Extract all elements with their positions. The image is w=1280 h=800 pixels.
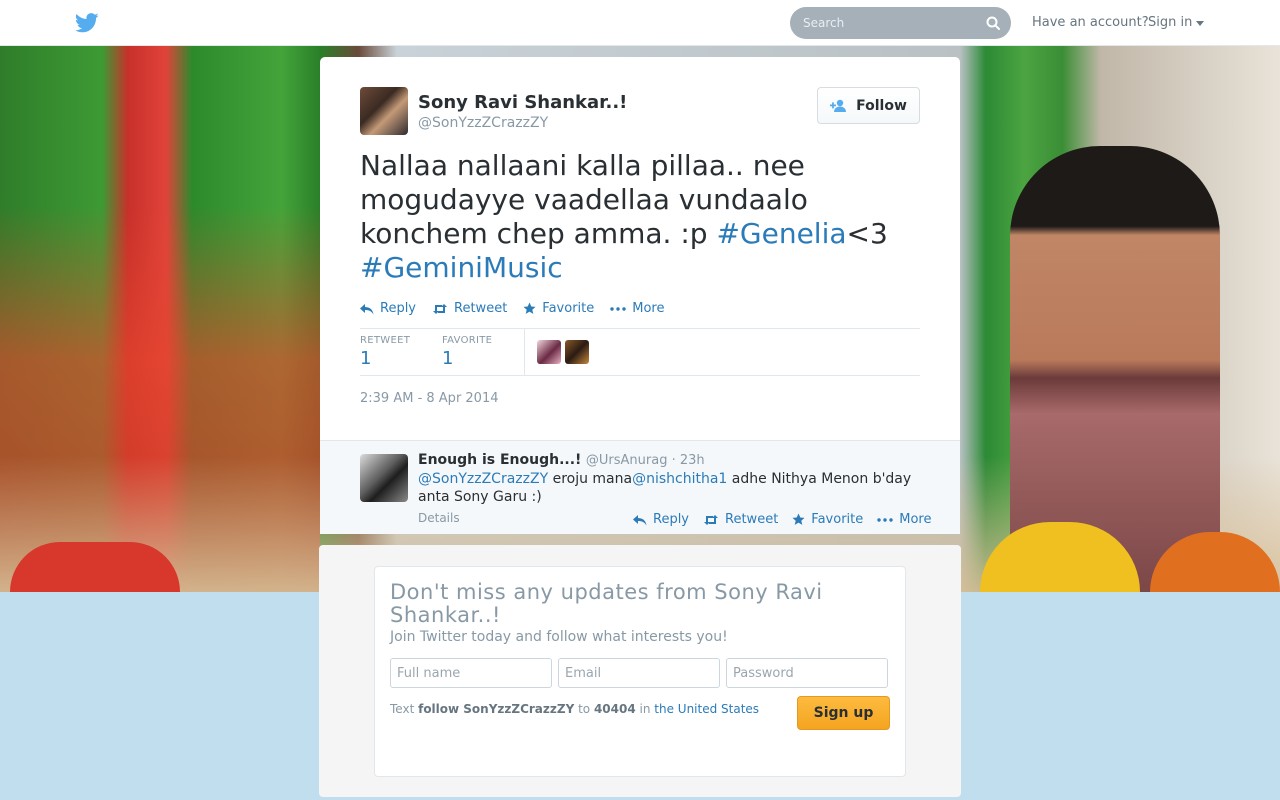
signup-subtitle: Join Twitter today and follow what inter… bbox=[390, 629, 728, 645]
tweet-text-body: <3 bbox=[846, 217, 888, 250]
reply-button[interactable]: Reply bbox=[633, 512, 689, 527]
tweet-timestamp: 2:39 AM - 8 Apr 2014 bbox=[360, 391, 499, 406]
retweet-stat-label: RETWEET bbox=[360, 335, 411, 346]
reply-text-body: eroju mana bbox=[548, 471, 633, 487]
sms-follow-text: Text follow SonYzzZCrazzZY to 40404 in t… bbox=[390, 701, 760, 717]
add-user-icon bbox=[830, 99, 847, 112]
favorite-button[interactable]: Favorite bbox=[792, 512, 863, 527]
favorite-label: Favorite bbox=[542, 301, 595, 316]
mention-link[interactable]: @nishchitha1 bbox=[632, 471, 727, 487]
retweet-label: Retweet bbox=[725, 512, 779, 527]
details-link[interactable]: Details bbox=[418, 511, 460, 525]
retweet-button[interactable]: Retweet bbox=[432, 301, 507, 316]
author-avatar[interactable] bbox=[360, 87, 408, 135]
more-label: More bbox=[632, 301, 665, 316]
tweet-stats: RETWEET 1 FAVORITE 1 bbox=[360, 328, 920, 376]
signup-title: Don't miss any updates from Sony Ravi Sh… bbox=[390, 580, 823, 627]
sms-text-to: to bbox=[574, 702, 594, 716]
favorite-stat-label: FAVORITE bbox=[442, 335, 493, 346]
reply-button[interactable]: Reply bbox=[360, 301, 416, 316]
tweet-actions: Reply Retweet Favorite More bbox=[360, 301, 664, 316]
reply-author-screenname[interactable]: @UrsAnurag bbox=[586, 453, 668, 468]
reply-meta-separator: · bbox=[667, 453, 680, 468]
more-button[interactable]: More bbox=[610, 301, 664, 316]
star-icon bbox=[523, 302, 536, 314]
sms-command: follow SonYzzZCrazzZY bbox=[418, 702, 575, 716]
search-input[interactable] bbox=[790, 7, 1011, 39]
search-icon[interactable] bbox=[985, 15, 1001, 31]
favorite-count: 1 bbox=[442, 348, 454, 369]
retweet-count: 1 bbox=[360, 348, 372, 369]
sign-in-label: Sign in bbox=[1148, 15, 1193, 30]
author-screenname[interactable]: @SonYzzZCrazzZY bbox=[418, 115, 548, 131]
reply-author-fullname[interactable]: Enough is Enough...! bbox=[418, 452, 581, 468]
retweet-icon bbox=[704, 514, 719, 525]
password-field[interactable] bbox=[726, 658, 888, 688]
follow-label: Follow bbox=[856, 97, 907, 114]
top-navigation-bar: Have an account? Sign in bbox=[0, 0, 1280, 46]
star-icon bbox=[792, 513, 805, 525]
sign-up-button[interactable]: Sign up bbox=[797, 696, 890, 730]
reply-icon bbox=[360, 303, 374, 314]
sms-number: 40404 bbox=[593, 702, 636, 716]
chevron-down-icon bbox=[1196, 21, 1205, 26]
more-label: More bbox=[899, 512, 932, 527]
twitter-bird-icon[interactable] bbox=[75, 13, 99, 33]
favorite-label: Favorite bbox=[811, 512, 864, 527]
more-button[interactable]: More bbox=[877, 512, 931, 527]
reply-actions: Reply Retweet Favorite More bbox=[633, 512, 931, 527]
retweet-icon bbox=[433, 303, 448, 314]
tweet-text: Nallaa nallaani kalla pillaa.. nee mogud… bbox=[360, 149, 920, 285]
reply-author-avatar[interactable] bbox=[360, 454, 408, 502]
reply-text: @SonYzzZCrazzZY eroju mana@nishchitha1 a… bbox=[418, 470, 928, 506]
mention-link[interactable]: @SonYzzZCrazzZY bbox=[418, 471, 548, 487]
author-fullname[interactable]: Sony Ravi Shankar..! bbox=[418, 92, 627, 113]
retweet-button[interactable]: Retweet bbox=[703, 512, 778, 527]
banner-decoration bbox=[10, 542, 180, 592]
signup-panel: Don't miss any updates from Sony Ravi Sh… bbox=[319, 545, 961, 797]
hashtag-link[interactable]: #Genelia bbox=[716, 217, 846, 250]
reply-header: Enough is Enough...! @UrsAnurag · 23h bbox=[418, 452, 705, 468]
fullname-field[interactable] bbox=[390, 658, 552, 688]
more-dots-icon bbox=[610, 306, 626, 311]
more-dots-icon bbox=[877, 517, 893, 522]
sign-in-dropdown[interactable]: Sign in bbox=[1148, 15, 1205, 30]
favorite-button[interactable]: Favorite bbox=[523, 301, 594, 316]
favorite-stat[interactable]: FAVORITE 1 bbox=[442, 335, 492, 369]
search-box bbox=[790, 7, 1011, 39]
user-avatar[interactable] bbox=[565, 340, 589, 364]
follow-button[interactable]: Follow bbox=[817, 87, 920, 124]
retweet-label: Retweet bbox=[454, 301, 508, 316]
country-link[interactable]: the United States bbox=[654, 702, 759, 716]
sms-text-in: in bbox=[635, 702, 655, 716]
reply-label: Reply bbox=[380, 301, 417, 316]
user-avatar[interactable] bbox=[537, 340, 561, 364]
stats-divider bbox=[524, 329, 525, 376]
signup-box: Don't miss any updates from Sony Ravi Sh… bbox=[374, 566, 906, 777]
hashtag-link[interactable]: #GeminiMusic bbox=[360, 251, 563, 284]
reply-tweet: Enough is Enough...! @UrsAnurag · 23h @S… bbox=[320, 440, 960, 534]
reply-icon bbox=[633, 514, 647, 525]
reply-label: Reply bbox=[653, 512, 690, 527]
retweet-stat[interactable]: RETWEET 1 bbox=[360, 335, 410, 369]
have-account-text: Have an account? bbox=[1032, 15, 1149, 30]
reply-time[interactable]: 23h bbox=[680, 453, 705, 468]
email-field[interactable] bbox=[558, 658, 720, 688]
sms-text-prefix: Text bbox=[390, 702, 419, 716]
